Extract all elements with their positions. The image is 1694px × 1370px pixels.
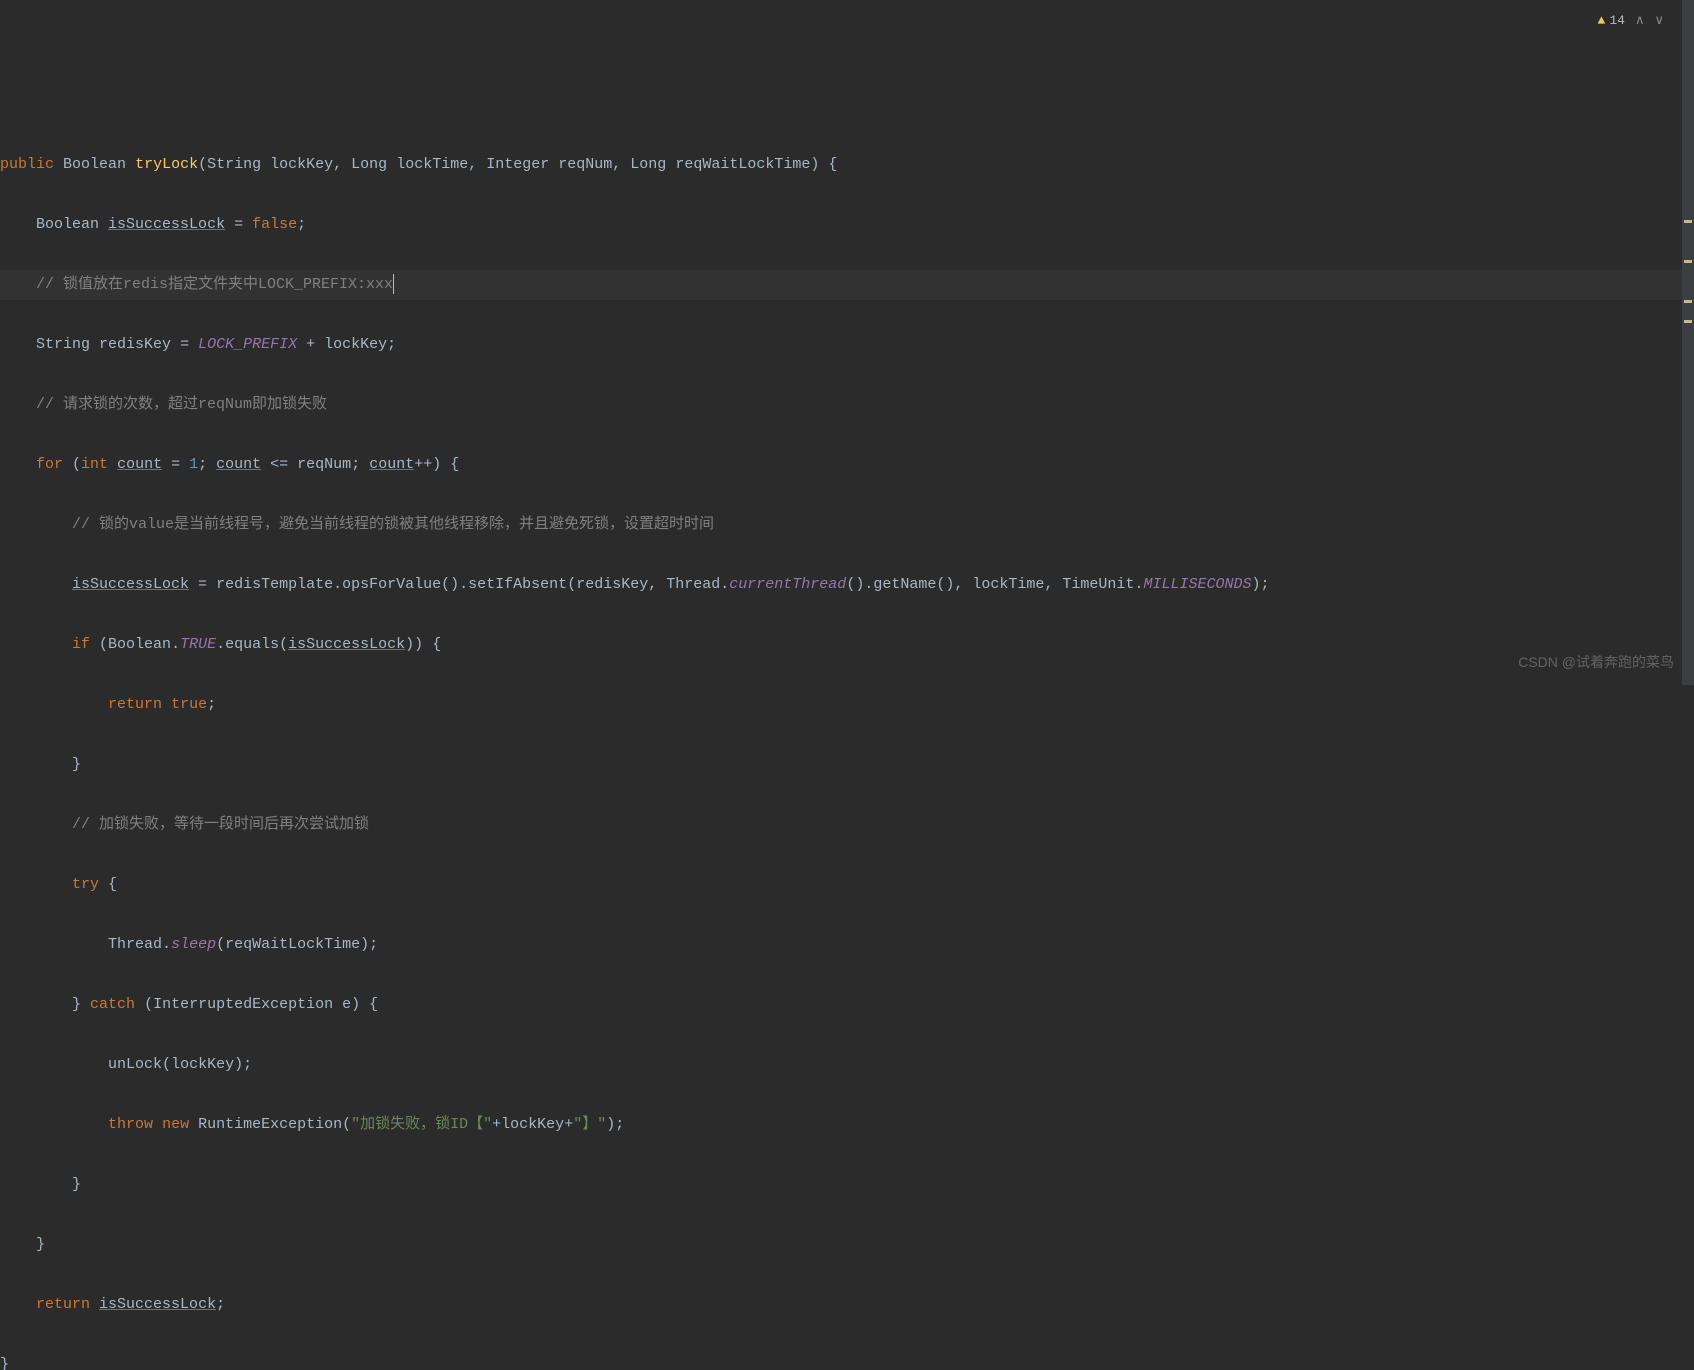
comment: // 请求锁的次数，超过reqNum即加锁失败: [36, 396, 327, 413]
chevron-down-icon[interactable]: ∨: [1654, 6, 1664, 36]
code-line[interactable]: try {: [0, 870, 1694, 900]
text-cursor: [393, 274, 394, 294]
code-line[interactable]: if (Boolean.TRUE.equals(isSuccessLock)) …: [0, 630, 1694, 660]
code-line[interactable]: // 锁的value是当前线程号，避免当前线程的锁被其他线程移除，并且避免死锁，…: [0, 510, 1694, 540]
code-line[interactable]: public Boolean tryLock(String lockKey, L…: [0, 150, 1694, 180]
code-line[interactable]: }: [0, 1350, 1694, 1370]
code-line[interactable]: } catch (InterruptedException e) {: [0, 990, 1694, 1020]
method-name: tryLock: [135, 156, 198, 173]
warning-count: 14: [1609, 6, 1625, 36]
code-line[interactable]: for (int count = 1; count <= reqNum; cou…: [0, 450, 1694, 480]
scrollbar-marker[interactable]: [1684, 260, 1692, 263]
code-line[interactable]: return isSuccessLock;: [0, 1290, 1694, 1320]
code-line[interactable]: }: [0, 1170, 1694, 1200]
keyword: public: [0, 156, 54, 173]
scrollbar-marker[interactable]: [1684, 300, 1692, 303]
code-line[interactable]: throw new RuntimeException("加锁失败，锁ID【"+l…: [0, 1110, 1694, 1140]
comment: // 加锁失败，等待一段时间后再次尝试加锁: [72, 816, 369, 833]
comment: // 锁值放在redis指定文件夹中LOCK_PREFIX:xxx: [36, 276, 393, 293]
code-line[interactable]: // 请求锁的次数，超过reqNum即加锁失败: [0, 390, 1694, 420]
code-line[interactable]: Thread.sleep(reqWaitLockTime);: [0, 930, 1694, 960]
code-line[interactable]: unLock(lockKey);: [0, 1050, 1694, 1080]
code-editor[interactable]: public Boolean tryLock(String lockKey, L…: [0, 120, 1694, 1370]
code-line[interactable]: Boolean isSuccessLock = false;: [0, 210, 1694, 240]
code-line[interactable]: return true;: [0, 690, 1694, 720]
code-line[interactable]: // 加锁失败，等待一段时间后再次尝试加锁: [0, 810, 1694, 840]
code-line-active[interactable]: // 锁值放在redis指定文件夹中LOCK_PREFIX:xxx: [0, 270, 1694, 300]
code-line[interactable]: String redisKey = LOCK_PREFIX + lockKey;: [0, 330, 1694, 360]
watermark: CSDN @试着奔跑的菜鸟: [1518, 647, 1674, 677]
scrollbar-marker[interactable]: [1684, 220, 1692, 223]
code-line[interactable]: }: [0, 750, 1694, 780]
scrollbar-marker[interactable]: [1684, 320, 1692, 323]
code-line[interactable]: }: [0, 1230, 1694, 1260]
warning-icon: ▲: [1598, 6, 1606, 36]
scrollbar[interactable]: [1682, 0, 1694, 685]
warning-badge[interactable]: ▲ 14 ∧ ∨: [1598, 6, 1664, 36]
comment: // 锁的value是当前线程号，避免当前线程的锁被其他线程移除，并且避免死锁，…: [72, 516, 714, 533]
code-line[interactable]: isSuccessLock = redisTemplate.opsForValu…: [0, 570, 1694, 600]
chevron-up-icon[interactable]: ∧: [1635, 6, 1645, 36]
